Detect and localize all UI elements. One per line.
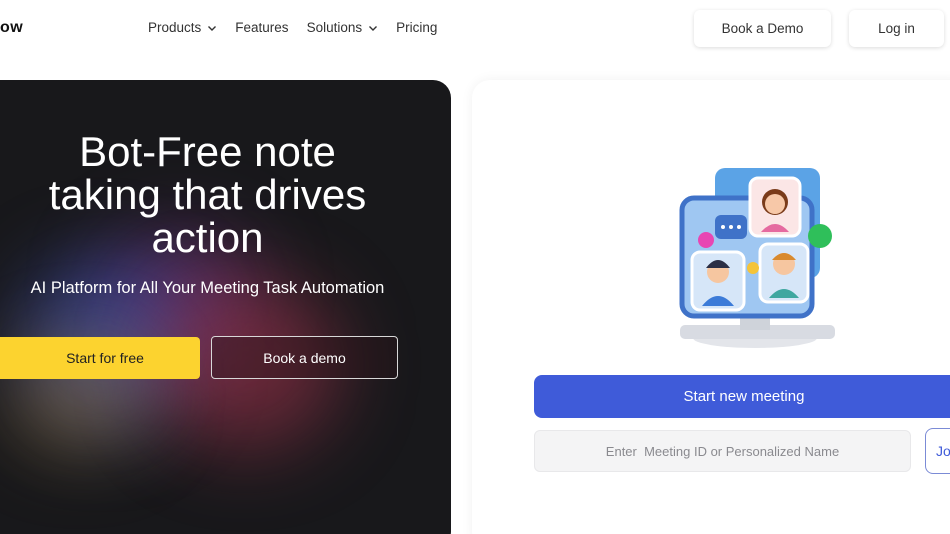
hero-subtitle: AI Platform for All Your Meeting Task Au… [30, 279, 385, 297]
hero-title: Bot-Free note taking that drives action [20, 130, 395, 259]
start-new-meeting-button[interactable]: Start new meeting [534, 375, 950, 418]
nav-item-solutions[interactable]: Solutions [307, 20, 379, 35]
nav-item-label: Features [235, 20, 289, 35]
brand-logo[interactable]: ow [0, 19, 23, 37]
video-call-monitor-icon [679, 168, 835, 348]
main-nav: Products Features Solutions Pricing [148, 20, 455, 35]
nav-item-products[interactable]: Products [148, 20, 217, 35]
chevron-down-icon [208, 25, 217, 31]
meeting-id-input[interactable] [534, 430, 911, 472]
nav-item-label: Solutions [306, 20, 363, 35]
hero-title-line: taking that drives [48, 171, 367, 218]
book-a-demo-button[interactable]: Book a demo [211, 336, 398, 379]
nav-item-features[interactable]: Features [235, 20, 288, 35]
hero-title-line: Bot-Free note [79, 128, 336, 175]
login-button[interactable]: Log in [849, 10, 944, 47]
book-demo-button[interactable]: Book a Demo [694, 10, 831, 47]
start-for-free-button[interactable]: Start for free [0, 337, 200, 379]
nav-item-label: Products [148, 20, 202, 35]
nav-item-label: Pricing [396, 20, 438, 35]
chevron-down-icon [369, 25, 378, 31]
join-button[interactable]: Jo [925, 428, 950, 474]
nav-item-pricing[interactable]: Pricing [396, 20, 437, 35]
hero-title-line: action [151, 214, 264, 261]
